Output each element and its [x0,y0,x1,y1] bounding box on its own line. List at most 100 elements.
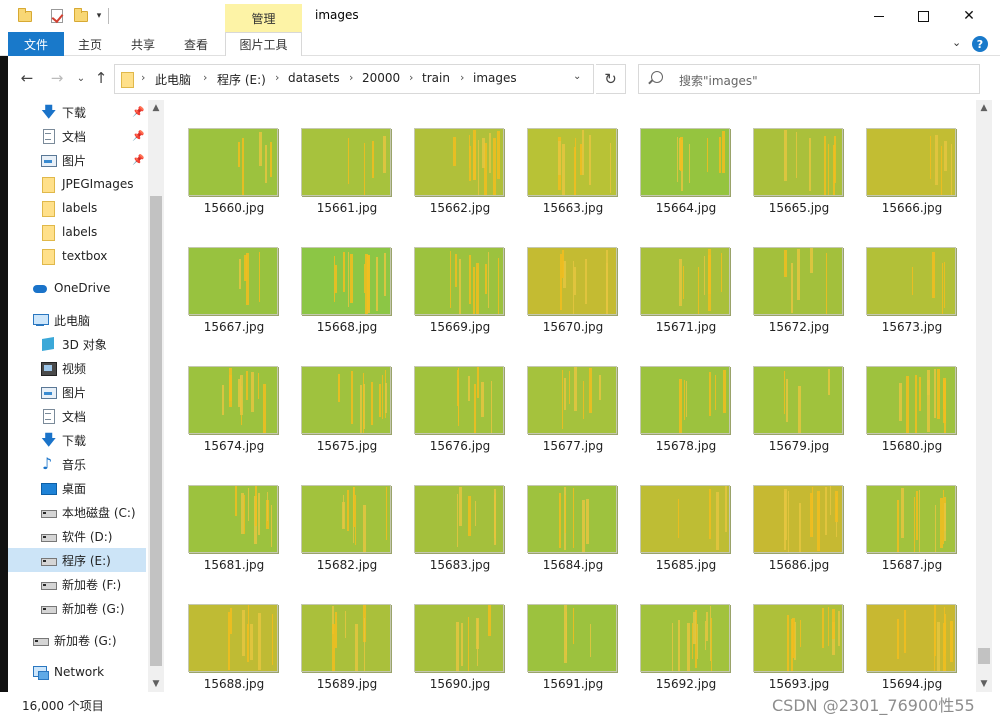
sidebar-item-documents[interactable]: 文档 [8,404,146,428]
recent-locations-dropdown-icon[interactable]: ⌄ [70,68,92,88]
new-folder-icon[interactable] [72,6,90,26]
scroll-up-icon[interactable]: ▲ [976,100,992,116]
content-scrollbar[interactable]: ▲ ▼ [976,100,992,692]
file-item[interactable]: 15694.jpg [866,576,958,691]
scroll-up-icon[interactable]: ▲ [148,100,164,116]
expand-ribbon-icon[interactable]: ⌄ [952,36,961,49]
file-item[interactable]: 15683.jpg [414,457,506,572]
sidebar-item-3d-objects[interactable]: 3D 对象 [8,332,146,356]
image-thumbnail[interactable] [188,128,278,196]
file-item[interactable]: 15688.jpg [188,576,280,691]
image-thumbnail[interactable] [753,366,843,434]
file-item[interactable]: 15686.jpg [753,457,845,572]
breadcrumb-chevron-icon[interactable]: › [203,71,207,84]
scroll-down-icon[interactable]: ▼ [148,676,164,692]
sidebar-item-labels[interactable]: labels [8,196,146,220]
image-thumbnail[interactable] [527,604,617,672]
file-item[interactable]: 15687.jpg [866,457,958,572]
tab-picture-tools[interactable]: 图片工具 [225,32,302,56]
file-item[interactable]: 15693.jpg [753,576,845,691]
file-item[interactable]: 15679.jpg [753,338,845,453]
sidebar-item-drive-g[interactable]: 新加卷 (G:) [8,596,146,620]
minimize-button[interactable] [856,0,902,32]
file-item[interactable]: 15678.jpg [640,338,732,453]
image-thumbnail[interactable] [640,485,730,553]
breadcrumb-chevron-icon[interactable]: › [141,71,145,84]
scrollbar-thumb[interactable] [978,648,990,664]
file-item[interactable]: 15691.jpg [527,576,619,691]
image-thumbnail[interactable] [188,485,278,553]
scroll-down-icon[interactable]: ▼ [976,676,992,692]
image-thumbnail[interactable] [753,604,843,672]
sidebar-item-music[interactable]: 音乐 [8,452,146,476]
address-bar[interactable]: › 此电脑 › 程序 (E:) › datasets › 20000 › tra… [114,64,594,94]
file-item[interactable]: 15685.jpg [640,457,732,572]
image-thumbnail[interactable] [753,485,843,553]
file-item[interactable]: 15681.jpg [188,457,280,572]
file-item[interactable]: 15675.jpg [301,338,393,453]
breadcrumb-chevron-icon[interactable]: › [275,71,279,84]
pin-icon[interactable]: 📌 [132,155,144,166]
image-thumbnail[interactable] [414,604,504,672]
file-item[interactable]: 15668.jpg [301,219,393,334]
image-thumbnail[interactable] [188,247,278,315]
tab-home[interactable]: 主页 [66,32,114,56]
image-thumbnail[interactable] [640,247,730,315]
maximize-button[interactable] [900,0,946,32]
sidebar-item-drive-g-root[interactable]: 新加卷 (G:) [8,628,146,652]
file-item[interactable]: 15676.jpg [414,338,506,453]
sidebar-item-this-pc[interactable]: 此电脑 [8,308,146,332]
sidebar-item-documents[interactable]: 文档 📌 [8,124,146,148]
sidebar-item-drive-d[interactable]: 软件 (D:) [8,524,146,548]
file-item[interactable]: 15672.jpg [753,219,845,334]
breadcrumb-chevron-icon[interactable]: › [409,71,413,84]
sidebar-item-desktop[interactable]: 桌面 [8,476,146,500]
manage-context-tab[interactable]: 管理 [225,4,302,32]
image-thumbnail[interactable] [640,604,730,672]
image-thumbnail[interactable] [753,128,843,196]
refresh-icon[interactable]: ↻ [596,64,626,94]
image-thumbnail[interactable] [753,247,843,315]
image-thumbnail[interactable] [414,485,504,553]
image-thumbnail[interactable] [301,485,391,553]
help-icon[interactable]: ? [972,36,988,52]
tab-file[interactable]: 文件 [8,32,64,56]
sidebar-item-drive-e[interactable]: 程序 (E:) [8,548,146,572]
image-thumbnail[interactable] [640,128,730,196]
file-item[interactable]: 15662.jpg [414,100,506,215]
file-item[interactable]: 15670.jpg [527,219,619,334]
image-thumbnail[interactable] [414,366,504,434]
scrollbar-thumb[interactable] [150,196,162,666]
file-item[interactable]: 15671.jpg [640,219,732,334]
file-item[interactable]: 15682.jpg [301,457,393,572]
file-item[interactable]: 15674.jpg [188,338,280,453]
sidebar-scrollbar[interactable]: ▲ ▼ [148,100,164,692]
file-item[interactable]: 15692.jpg [640,576,732,691]
image-thumbnail[interactable] [527,485,617,553]
tab-view[interactable]: 查看 [172,32,220,56]
back-arrow-icon[interactable]: ← [16,68,38,88]
address-dropdown-icon[interactable]: ⌄ [573,71,581,82]
sidebar-item-pictures[interactable]: 图片 [8,380,146,404]
sidebar-item-drive-f[interactable]: 新加卷 (F:) [8,572,146,596]
file-item[interactable]: 15663.jpg [527,100,619,215]
file-item[interactable]: 15667.jpg [188,219,280,334]
breadcrumb-drive-e[interactable]: 程序 (E:) [217,71,266,88]
image-thumbnail[interactable] [414,128,504,196]
file-item[interactable]: 15666.jpg [866,100,958,215]
breadcrumb-images[interactable]: images [473,71,517,85]
file-item[interactable]: 15661.jpg [301,100,393,215]
file-item[interactable]: 15684.jpg [527,457,619,572]
sidebar-item-pictures[interactable]: 图片 📌 [8,148,146,172]
pin-icon[interactable]: 📌 [132,107,144,118]
image-thumbnail[interactable] [301,604,391,672]
folder-icon[interactable] [16,6,34,26]
image-thumbnail[interactable] [301,247,391,315]
sidebar-item-network[interactable]: Network [8,660,146,684]
image-thumbnail[interactable] [866,604,956,672]
properties-icon[interactable] [48,6,66,26]
file-item[interactable]: 15677.jpg [527,338,619,453]
sidebar-item-onedrive[interactable]: OneDrive [8,276,146,300]
close-button[interactable]: ✕ [946,0,992,32]
image-thumbnail[interactable] [188,604,278,672]
